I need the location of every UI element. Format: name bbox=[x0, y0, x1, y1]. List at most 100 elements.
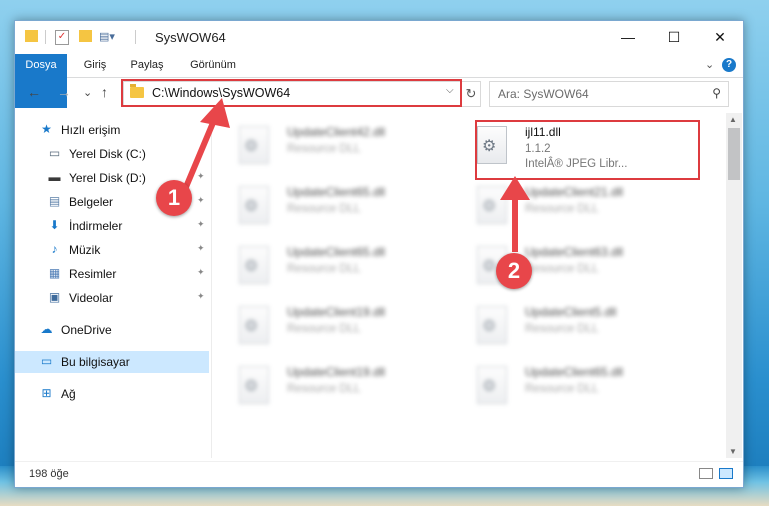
sidebar-item-local-disk-c[interactable]: ▭ Yerel Disk (C:) ✦ bbox=[15, 143, 209, 165]
network-icon: ⊞ bbox=[41, 386, 52, 400]
pane-splitter[interactable] bbox=[211, 113, 212, 458]
sidebar-item-label: Müzik bbox=[69, 243, 101, 257]
videos-icon: ▣ bbox=[48, 290, 61, 304]
sidebar-item-label: Yerel Disk (C:) bbox=[69, 147, 146, 161]
file-item[interactable]: ⚙ UpdateClient65.dll Resource DLL bbox=[237, 181, 467, 235]
new-folder-icon[interactable] bbox=[79, 30, 92, 42]
documents-icon: ▤ bbox=[48, 194, 61, 208]
cloud-icon: ☁ bbox=[40, 322, 53, 336]
file-highlight-box bbox=[475, 120, 700, 180]
address-highlight-box bbox=[121, 79, 462, 107]
ribbon-tabs: Dosya Giriş Paylaş Görünüm ⌄ ? bbox=[15, 54, 743, 108]
minimize-button[interactable]: — bbox=[605, 21, 651, 53]
pin-icon[interactable]: ✦ bbox=[197, 171, 205, 182]
status-bar: 198 öğe bbox=[15, 461, 743, 487]
dll-file-icon: ⚙ bbox=[239, 186, 269, 224]
file-item[interactable]: ⚙ UpdateClient65.dll Resource DLL bbox=[475, 361, 705, 415]
refresh-icon[interactable]: ↻ bbox=[461, 82, 480, 106]
dll-file-icon: ⚙ bbox=[239, 306, 269, 344]
file-name: UpdateClient65.dll bbox=[287, 245, 386, 259]
sidebar-item-label: Bu bilgisayar bbox=[61, 355, 130, 369]
scroll-down-icon[interactable]: ▼ bbox=[729, 447, 737, 456]
sidebar-item-videos[interactable]: ▣ Videolar ✦ bbox=[15, 287, 209, 309]
music-icon: ♪ bbox=[51, 242, 58, 256]
sidebar-item-label: İndirmeler bbox=[69, 219, 123, 233]
pin-icon[interactable]: ✦ bbox=[197, 219, 205, 230]
file-name: UpdateClient21.dll bbox=[525, 185, 624, 199]
pin-icon[interactable]: ✦ bbox=[197, 243, 205, 254]
tab-gorunum[interactable]: Görünüm bbox=[183, 54, 243, 77]
customize-toolbar-icon[interactable]: ▤▾ bbox=[99, 30, 115, 43]
file-item[interactable]: ⚙ UpdateClient5.dll Resource DLL bbox=[475, 301, 705, 355]
download-icon: ⬇ bbox=[49, 218, 60, 232]
sidebar-item-label: Belgeler bbox=[69, 195, 114, 209]
vertical-scrollbar[interactable]: ▲ ▼ bbox=[726, 113, 742, 458]
sidebar-item-this-pc[interactable]: ▭ Bu bilgisayar bbox=[15, 351, 209, 373]
window-title: SysWOW64 bbox=[155, 30, 226, 45]
tab-paylas[interactable]: Paylaş bbox=[123, 54, 171, 77]
dll-file-icon: ⚙ bbox=[477, 366, 507, 404]
pin-icon[interactable]: ✦ bbox=[197, 291, 205, 302]
file-name: UpdateClient65.dll bbox=[287, 185, 386, 199]
chevron-down-icon[interactable]: ⌄ bbox=[705, 58, 714, 71]
file-explorer-window: ✓ ▤▾ SysWOW64 — ☐ ✕ Dosya Giriş Paylaş G… bbox=[14, 20, 744, 488]
dll-file-icon: ⚙ bbox=[477, 186, 507, 224]
file-type: Resource DLL bbox=[287, 143, 361, 155]
dll-file-icon: ⚙ bbox=[239, 126, 269, 164]
details-view-icon[interactable] bbox=[699, 468, 713, 479]
pin-icon[interactable]: ✦ bbox=[197, 267, 205, 278]
sidebar-item-music[interactable]: ♪ Müzik ✦ bbox=[15, 239, 209, 261]
file-type: Resource DLL bbox=[287, 383, 361, 395]
sidebar-item-pictures[interactable]: ▦ Resimler ✦ bbox=[15, 263, 209, 285]
file-type: Resource DLL bbox=[525, 263, 599, 275]
file-name: UpdateClient19.dll bbox=[287, 365, 386, 379]
up-arrow-icon[interactable]: ↑ bbox=[101, 84, 108, 100]
file-item[interactable]: ⚙ UpdateClient21.dll Resource DLL bbox=[475, 181, 705, 235]
sidebar-item-label: Videolar bbox=[69, 291, 113, 305]
file-name: UpdateClient19.dll bbox=[287, 305, 386, 319]
sidebar-item-downloads[interactable]: ⬇ İndirmeler ✦ bbox=[15, 215, 209, 237]
search-input[interactable]: Ara: SysWOW64 ⚲ bbox=[489, 81, 729, 107]
pin-icon[interactable]: ✦ bbox=[197, 147, 205, 158]
file-item[interactable]: ⚙ UpdateClient42.dll Resource DLL bbox=[237, 121, 467, 175]
sidebar-item-network[interactable]: ⊞ Ağ bbox=[15, 383, 209, 405]
sidebar-item-label: Resimler bbox=[69, 267, 117, 281]
file-item[interactable]: ⚙ UpdateClient19.dll Resource DLL bbox=[237, 301, 467, 355]
file-type: Resource DLL bbox=[525, 383, 599, 395]
sidebar-item-label: Yerel Disk (D:) bbox=[69, 171, 146, 185]
navigation-pane: ★ Hızlı erişim ▭ Yerel Disk (C:) ✦ ▬ Yer… bbox=[15, 113, 211, 458]
drive-icon: ▭ bbox=[48, 146, 61, 160]
sidebar-item-label: Ağ bbox=[61, 387, 76, 401]
help-icon[interactable]: ? bbox=[722, 58, 736, 72]
close-button[interactable]: ✕ bbox=[697, 21, 743, 53]
file-name: UpdateClient42.dll bbox=[287, 125, 386, 139]
back-arrow-icon[interactable]: ← bbox=[27, 84, 41, 100]
dll-file-icon: ⚙ bbox=[239, 246, 269, 284]
scrollbar-thumb[interactable] bbox=[728, 128, 740, 180]
search-placeholder: Ara: SysWOW64 bbox=[498, 87, 589, 101]
item-count: 198 öğe bbox=[29, 468, 69, 480]
tab-giris[interactable]: Giriş bbox=[73, 54, 117, 77]
pin-icon[interactable]: ✦ bbox=[197, 195, 205, 206]
scroll-up-icon[interactable]: ▲ bbox=[729, 115, 737, 124]
file-item[interactable]: ⚙ UpdateClient19.dll Resource DLL bbox=[237, 361, 467, 415]
sidebar-item-onedrive[interactable]: ☁ OneDrive bbox=[15, 319, 209, 341]
sidebar-item-label: Hızlı erişim bbox=[61, 123, 121, 137]
maximize-button[interactable]: ☐ bbox=[651, 21, 697, 53]
file-type: Resource DLL bbox=[525, 203, 599, 215]
dll-file-icon: ⚙ bbox=[239, 366, 269, 404]
forward-arrow-icon[interactable]: → bbox=[57, 84, 71, 100]
dll-file-icon: ⚙ bbox=[477, 306, 507, 344]
file-type: Resource DLL bbox=[287, 263, 361, 275]
file-item[interactable]: ⚙ UpdateClient65.dll Resource DLL bbox=[237, 241, 467, 295]
large-icons-view-icon[interactable] bbox=[719, 468, 733, 479]
file-name: UpdateClient63.dll bbox=[525, 245, 624, 259]
title-bar: ✓ ▤▾ SysWOW64 — ☐ ✕ bbox=[15, 21, 743, 53]
drive-icon: ▬ bbox=[48, 170, 61, 184]
search-icon[interactable]: ⚲ bbox=[712, 86, 721, 100]
properties-icon[interactable]: ✓ bbox=[55, 30, 69, 45]
computer-icon: ▭ bbox=[40, 354, 53, 368]
sidebar-item-quick-access[interactable]: ★ Hızlı erişim bbox=[15, 119, 209, 141]
recent-locations-icon[interactable]: ⌄ bbox=[83, 86, 92, 99]
file-name: UpdateClient5.dll bbox=[525, 305, 617, 319]
